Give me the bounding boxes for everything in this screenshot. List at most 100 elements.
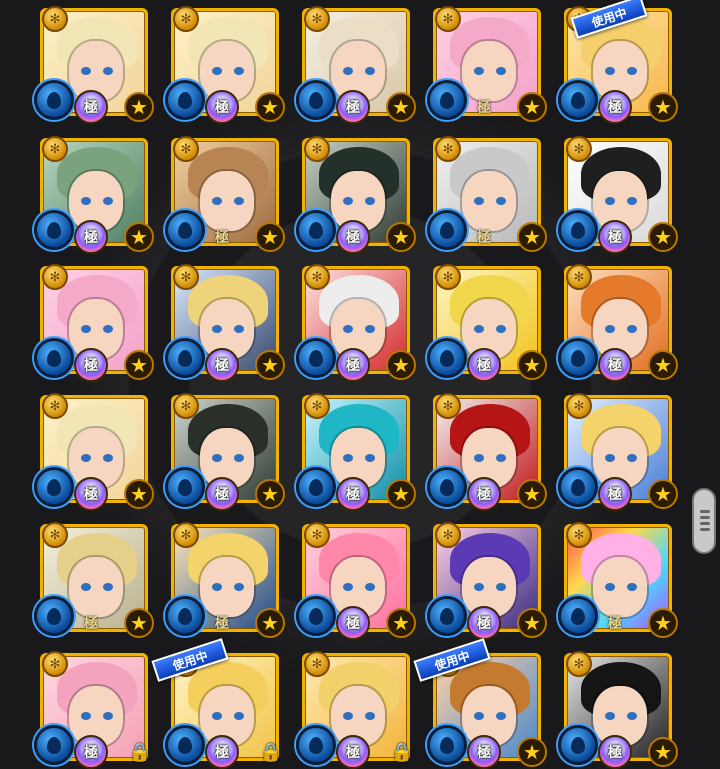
kiwami-badge: 極 xyxy=(598,90,632,124)
gold-star-icon: ★ xyxy=(648,608,678,638)
water-element-icon xyxy=(165,596,205,636)
kiwami-badge: 極 xyxy=(84,616,98,632)
water-element-icon xyxy=(558,80,598,120)
monster-card[interactable]: ✻ 極 ★ xyxy=(34,0,156,125)
gold-star-icon: ★ xyxy=(255,92,285,122)
character-eye xyxy=(474,583,484,591)
water-element-icon xyxy=(165,210,205,250)
star-medal-icon: ✻ xyxy=(42,264,68,290)
monster-card[interactable]: ✻ 極 ★ xyxy=(34,258,156,383)
character-eye xyxy=(212,712,222,720)
kiwami-badge: 極 xyxy=(598,735,632,769)
character-eye xyxy=(474,712,484,720)
star-medal-icon: ✻ xyxy=(435,6,461,32)
character-eye xyxy=(496,67,506,75)
monster-card[interactable]: ✻極★使用中 xyxy=(558,0,680,125)
gold-star-icon: ★ xyxy=(255,479,285,509)
character-eye xyxy=(496,454,506,462)
star-medal-icon: ✻ xyxy=(304,651,330,677)
character-eye xyxy=(103,583,113,591)
kiwami-badge: 極 xyxy=(336,477,370,511)
monster-card[interactable]: ✻ 極 🔒 xyxy=(34,645,156,769)
monster-card[interactable]: ✻ 極 ★ xyxy=(558,130,680,255)
monster-card[interactable]: ✻ 極 ★ xyxy=(558,645,680,769)
character-eye xyxy=(627,67,637,75)
lock-icon: 🔒 xyxy=(390,741,414,763)
character-eye xyxy=(627,325,637,333)
lock-icon: 🔒 xyxy=(128,741,152,763)
kiwami-badge: 極 xyxy=(205,90,239,124)
character-eye xyxy=(474,67,484,75)
gold-star-icon: ★ xyxy=(517,737,547,767)
monster-card[interactable]: ✻ 極 ★ xyxy=(34,387,156,512)
character-eye xyxy=(343,583,353,591)
monster-card[interactable]: ✻ 極 ★ xyxy=(165,130,287,255)
monster-card[interactable]: ✻ 極 ★ xyxy=(165,258,287,383)
kiwami-badge: 極 xyxy=(477,100,491,116)
character-eye xyxy=(234,583,244,591)
character-eye xyxy=(365,712,375,720)
star-medal-icon: ✻ xyxy=(566,393,592,419)
monster-card[interactable]: ✻ 極 ★ xyxy=(34,130,156,255)
water-element-icon xyxy=(34,338,74,378)
gold-star-icon: ★ xyxy=(386,479,416,509)
monster-card[interactable]: ✻ 極 ★ xyxy=(165,0,287,125)
star-medal-icon: ✻ xyxy=(173,393,199,419)
character-eye xyxy=(365,454,375,462)
water-element-icon xyxy=(296,596,336,636)
character-eye xyxy=(81,583,91,591)
kiwami-badge: 極 xyxy=(74,735,108,769)
kiwami-badge: 極 xyxy=(598,477,632,511)
star-medal-icon: ✻ xyxy=(42,136,68,162)
water-element-icon xyxy=(34,596,74,636)
character-eye xyxy=(234,454,244,462)
water-element-icon xyxy=(558,467,598,507)
gold-star-icon: ★ xyxy=(648,350,678,380)
gold-star-icon: ★ xyxy=(255,222,285,252)
star-medal-icon: ✻ xyxy=(42,651,68,677)
monster-card[interactable]: ✻ 極 ★ xyxy=(558,516,680,641)
kiwami-badge: 極 xyxy=(205,477,239,511)
monster-card[interactable]: ✻ 極 ★ xyxy=(427,0,549,125)
monster-card[interactable]: ✻ 極 ★ xyxy=(558,387,680,512)
monster-card[interactable]: ✻ 極 ★ xyxy=(34,516,156,641)
gold-star-icon: ★ xyxy=(386,92,416,122)
monster-card[interactable]: ✻ 極 ★ xyxy=(165,387,287,512)
monster-card[interactable]: ✻極🔒使用中 xyxy=(151,638,287,769)
monster-card[interactable]: ✻ 極 ★ xyxy=(558,258,680,383)
monster-card[interactable]: ✻ 極 ★ xyxy=(427,258,549,383)
monster-card[interactable]: ✻ 極 🔒 xyxy=(296,645,418,769)
water-element-icon xyxy=(165,80,205,120)
monster-card[interactable]: ✻ 極 ★ xyxy=(427,387,549,512)
character-eye xyxy=(103,454,113,462)
kiwami-badge: 極 xyxy=(467,606,501,640)
character-eye xyxy=(627,454,637,462)
star-medal-icon: ✻ xyxy=(173,522,199,548)
monster-card[interactable]: ✻ 極 ★ xyxy=(296,130,418,255)
monster-card[interactable]: ✻ 極 ★ xyxy=(296,258,418,383)
monster-card[interactable]: ✻ 極 ★ xyxy=(427,516,549,641)
scrollbar-thumb[interactable] xyxy=(692,488,716,554)
gold-star-icon: ★ xyxy=(255,608,285,638)
star-medal-icon: ✻ xyxy=(173,264,199,290)
scroll-grip-icon xyxy=(700,508,710,532)
kiwami-badge: 極 xyxy=(467,348,501,382)
kiwami-badge: 極 xyxy=(336,735,370,769)
monster-card[interactable]: ✻ 極 ★ xyxy=(296,0,418,125)
monster-card[interactable]: ✻ 極 ★ xyxy=(296,387,418,512)
gold-star-icon: ★ xyxy=(255,350,285,380)
kiwami-badge: 極 xyxy=(74,477,108,511)
kiwami-badge: 極 xyxy=(336,220,370,254)
gold-star-icon: ★ xyxy=(517,350,547,380)
monster-card[interactable]: ✻ 極 ★ xyxy=(427,130,549,255)
monster-card[interactable]: ✻極★使用中 xyxy=(413,638,549,769)
gold-star-icon: ★ xyxy=(124,92,154,122)
character-eye xyxy=(496,197,506,205)
kiwami-badge: 極 xyxy=(74,348,108,382)
gold-star-icon: ★ xyxy=(386,222,416,252)
water-element-icon xyxy=(558,210,598,250)
monster-card[interactable]: ✻ 極 ★ xyxy=(296,516,418,641)
monster-card[interactable]: ✻ 極 ★ xyxy=(165,516,287,641)
character-eye xyxy=(365,197,375,205)
kiwami-badge: 極 xyxy=(205,735,239,769)
